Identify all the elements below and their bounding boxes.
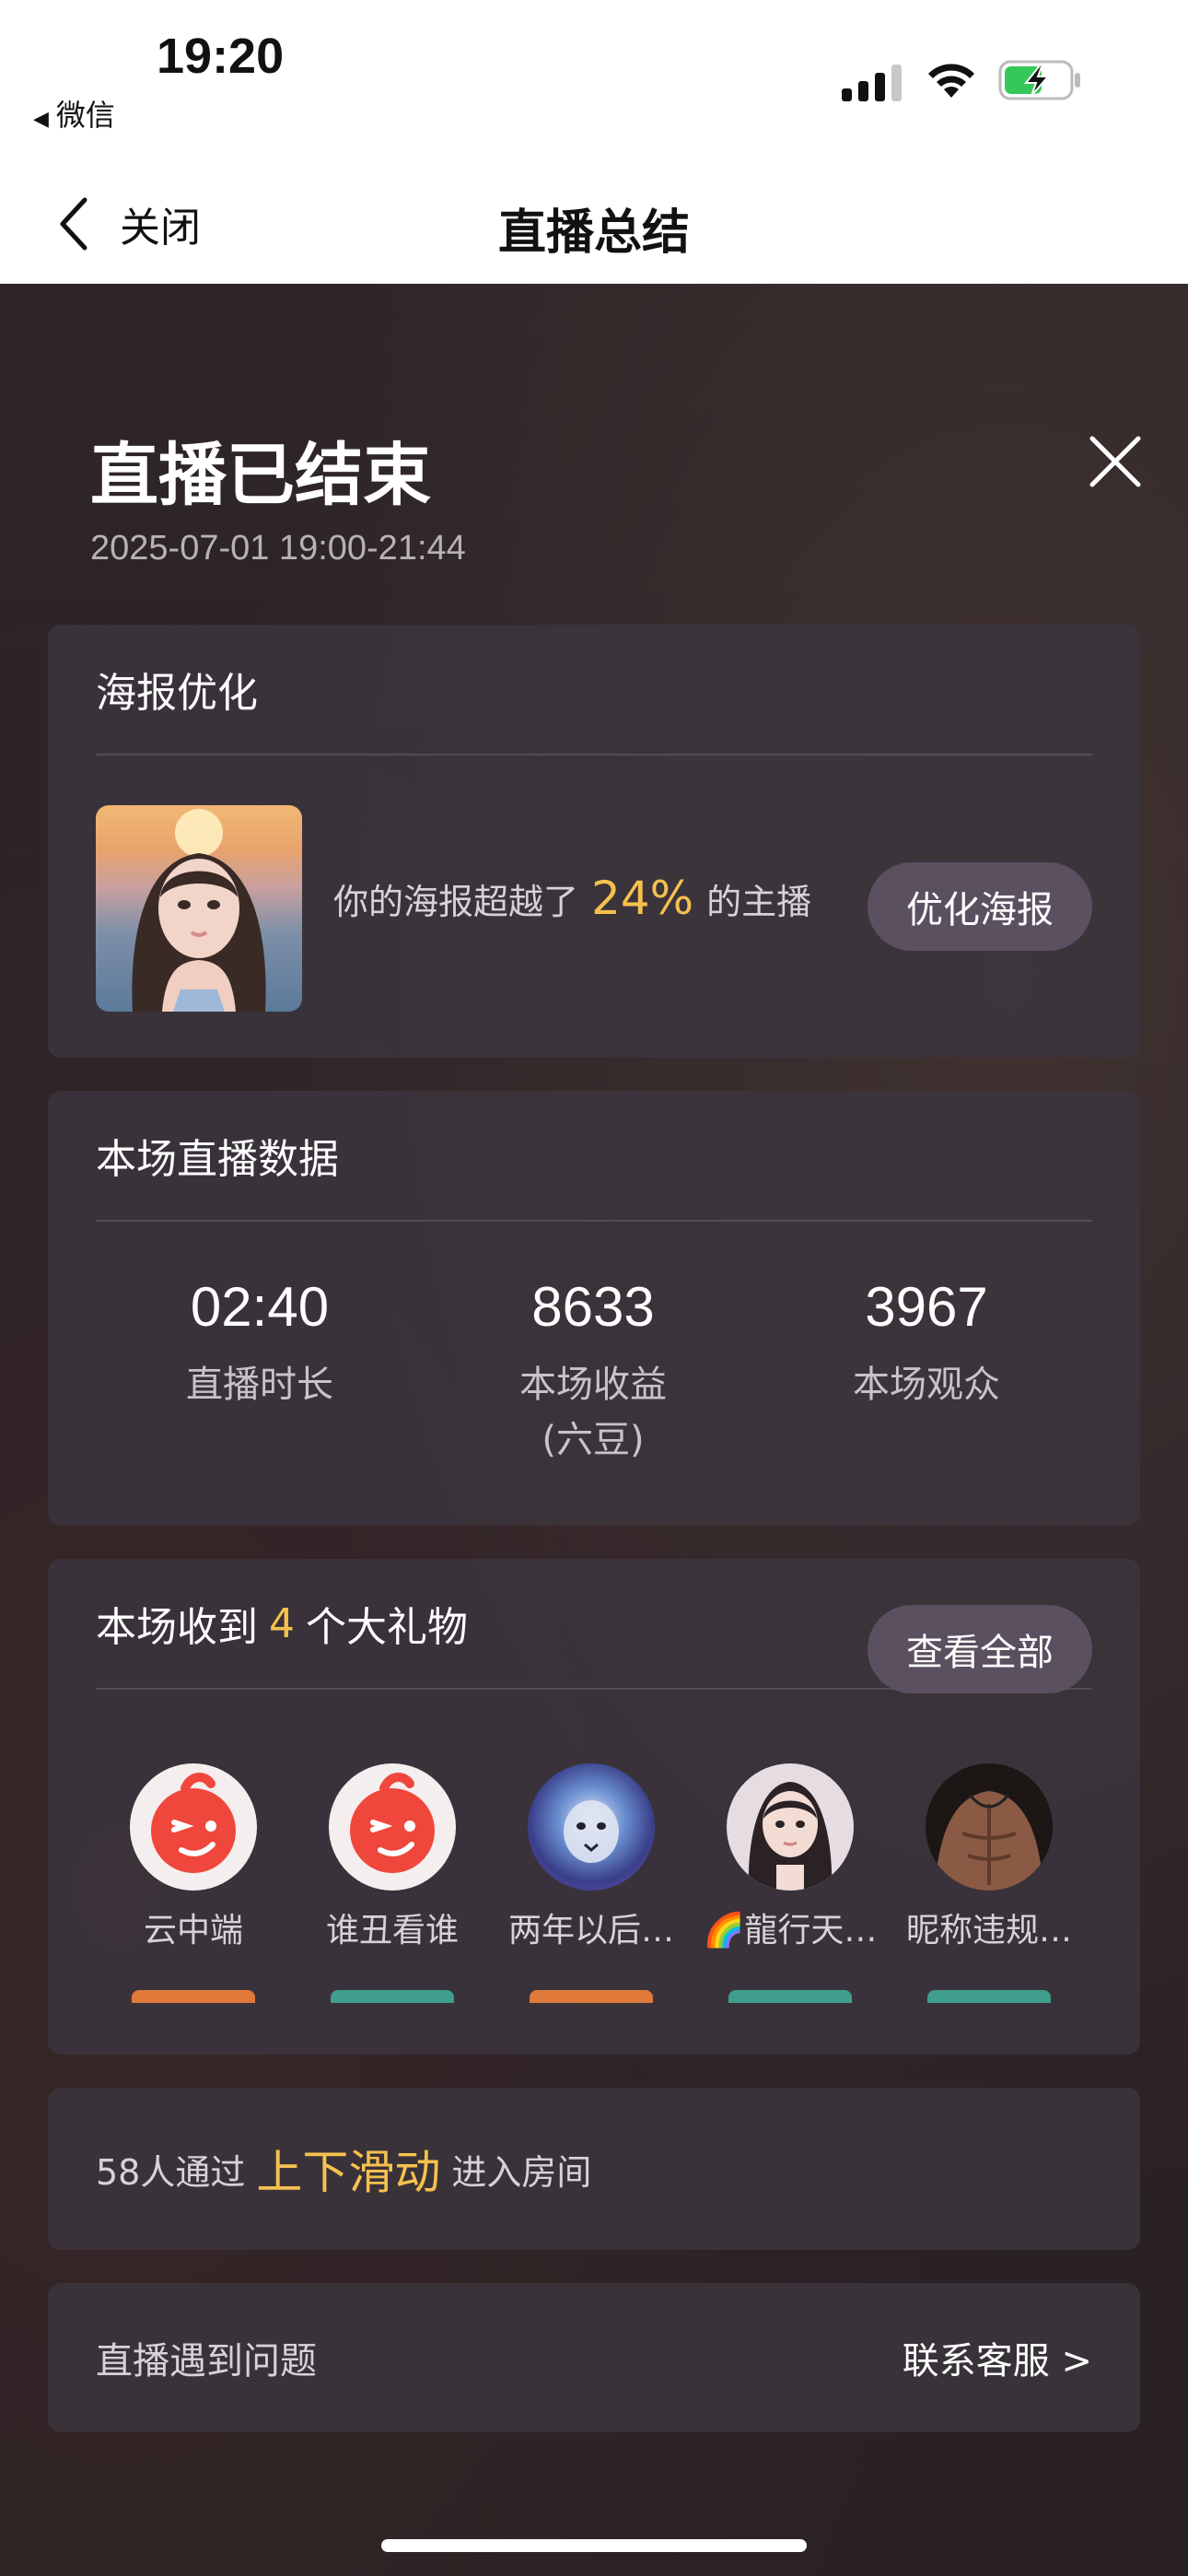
navigation-bar: 关闭 直播总结 [0, 175, 1188, 273]
view-all-gifts-button[interactable]: 查看全部 [868, 1605, 1092, 1693]
gift-user-1-badge [132, 1990, 255, 2003]
stat-duration-value: 02:40 [190, 1276, 330, 1338]
poster-card-title: 海报优化 [96, 625, 1092, 755]
gift-user-2[interactable]: 谁丑看谁 [291, 1763, 494, 2003]
gifts-title-after: 个大礼物 [306, 1604, 468, 1651]
live-stats-title: 本场直播数据 [96, 1091, 1092, 1222]
swipe-highlight: 上下滑动 [256, 2146, 441, 2199]
gift-user-2-name: 谁丑看谁 [325, 1912, 459, 1950]
cellular-signal-icon [842, 64, 902, 101]
top-header-area: 19:20 ◀ 微信 关闭 直播总结 [0, 0, 1188, 284]
live-time-range: 2025-07-01 19:00-21:44 [90, 529, 466, 568]
live-ended-title: 直播已结束 [90, 436, 431, 515]
gift-user-3-badge [530, 1990, 653, 2003]
gift-user-1-name: 云中端 [143, 1912, 243, 1950]
help-card: 直播遇到问题 联系客服 > [48, 2283, 1140, 2432]
stat-audience-label: 本场观众 [853, 1364, 1000, 1406]
stat-income-label-main: 本场收益 [519, 1364, 667, 1406]
status-time: 19:20 [157, 29, 285, 84]
poster-percent: 24% [591, 872, 694, 925]
wink-face-icon [130, 1763, 257, 1891]
gift-user-5-badge [927, 1990, 1051, 2003]
poster-text-before: 你的海报超越了 [333, 882, 579, 922]
back-app-label: 微信 [55, 98, 115, 133]
gift-user-2-badge [331, 1990, 454, 2003]
gifts-count: 4 [269, 1599, 295, 1647]
gift-user-5[interactable]: 昵称违规… [888, 1763, 1090, 2003]
gift-user-4[interactable]: 🌈龍行天… [689, 1763, 891, 2003]
stat-audience-value: 3967 [865, 1276, 988, 1338]
stat-income-label-unit: (六豆) [542, 1419, 645, 1461]
optimize-poster-button[interactable]: 优化海报 [868, 862, 1092, 951]
swipe-entry-card: 58人通过 上下滑动 进入房间 [48, 2088, 1140, 2250]
battery-charging-icon [998, 60, 1080, 100]
wink-face-icon [329, 1763, 456, 1891]
back-triangle-icon: ◀ [33, 108, 49, 131]
gift-user-1[interactable]: 云中端 [92, 1763, 295, 2003]
live-stats-card: 本场直播数据 02:40 直播时长 8633 本场收益 (六豆) 3967 本场… [48, 1091, 1140, 1526]
stat-income-value: 8633 [531, 1276, 655, 1338]
back-to-app-link[interactable]: ◀ 微信 [33, 92, 115, 135]
swipe-text-after: 进入房间 [451, 2151, 592, 2193]
poster-text-after: 的主播 [706, 882, 812, 922]
swipe-entry-text: 58人通过 上下滑动 进入房间 [96, 2088, 591, 2250]
gift-user-4-name: 🌈龍行天… [703, 1912, 878, 1950]
contact-support-link[interactable]: 联系客服 > [903, 2283, 1092, 2432]
gifts-card: 本场收到 4 个大礼物 查看全部 云中端 谁丑看谁 两年以后… 🌈龍行天… 昵称… [48, 1559, 1140, 2055]
home-indicator[interactable] [381, 2539, 807, 2552]
gift-user-4-badge [728, 1990, 852, 2003]
stat-income-label: 本场收益 (六豆) [427, 1357, 759, 1468]
poster-thumbnail [96, 805, 302, 1012]
swipe-text-before: 58人通过 [96, 2151, 246, 2193]
poster-rank-text: 你的海报超越了 24% 的主播 [333, 872, 811, 925]
gifts-title-before: 本场收到 [96, 1604, 258, 1651]
girl-avatar [727, 1763, 854, 1891]
gift-user-3[interactable]: 两年以后… [490, 1763, 693, 2003]
wifi-icon [928, 64, 974, 98]
poster-card: 海报优化 你的海报超越了 24% 的主播 优化海报 [48, 625, 1140, 1058]
help-label: 直播遇到问题 [96, 2340, 317, 2383]
gift-user-3-name: 两年以后… [507, 1912, 674, 1950]
torso-avatar [926, 1763, 1053, 1891]
gift-user-5-name: 昵称违规… [905, 1912, 1072, 1950]
close-icon[interactable] [1087, 433, 1144, 490]
page-title: 直播总结 [497, 205, 690, 261]
stat-income: 8633 本场收益 (六豆) [427, 1275, 759, 1468]
stat-audience: 3967 本场观众 [761, 1275, 1092, 1412]
lion-avatar [528, 1763, 655, 1891]
stat-duration: 02:40 直播时长 [94, 1275, 425, 1412]
stat-duration-label: 直播时长 [186, 1364, 333, 1406]
